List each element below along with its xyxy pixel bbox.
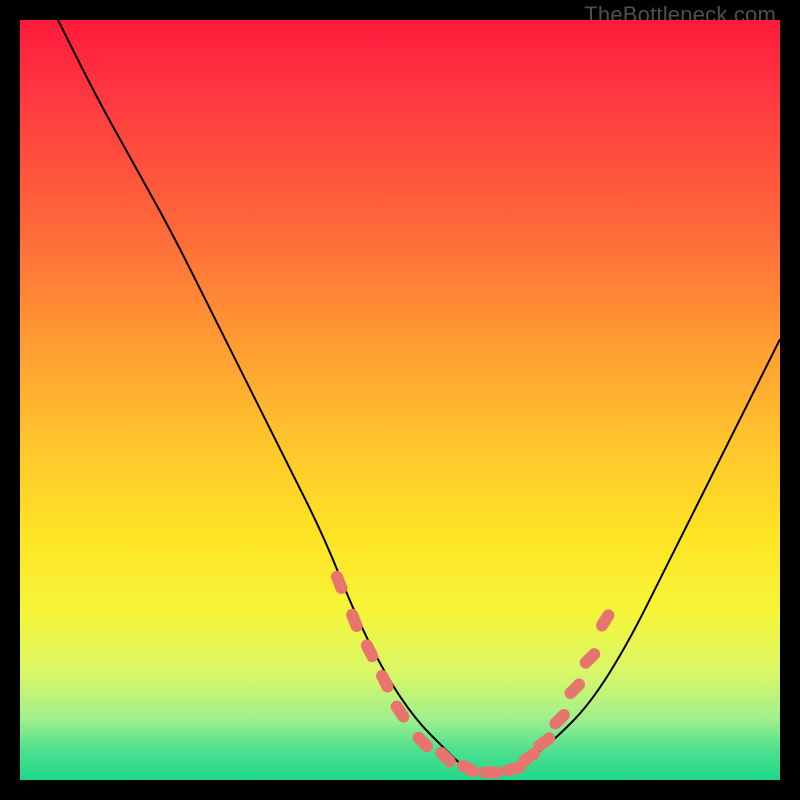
highlight-pill <box>359 637 380 664</box>
highlight-pill <box>594 607 617 634</box>
highlight-pill <box>344 607 364 634</box>
curve-svg <box>20 20 780 780</box>
highlight-pill <box>374 668 395 695</box>
highlight-pill <box>479 766 503 778</box>
chart-stage: TheBottleneck.com <box>0 0 800 800</box>
highlight-pill <box>410 729 435 754</box>
plot-area <box>20 20 780 780</box>
highlight-pill <box>388 698 411 725</box>
bottleneck-curve <box>58 20 780 772</box>
highlight-pill <box>547 706 572 731</box>
highlight-pill <box>562 676 587 701</box>
marker-group <box>329 569 616 779</box>
highlight-pill <box>577 646 602 671</box>
highlight-pill <box>455 758 482 779</box>
